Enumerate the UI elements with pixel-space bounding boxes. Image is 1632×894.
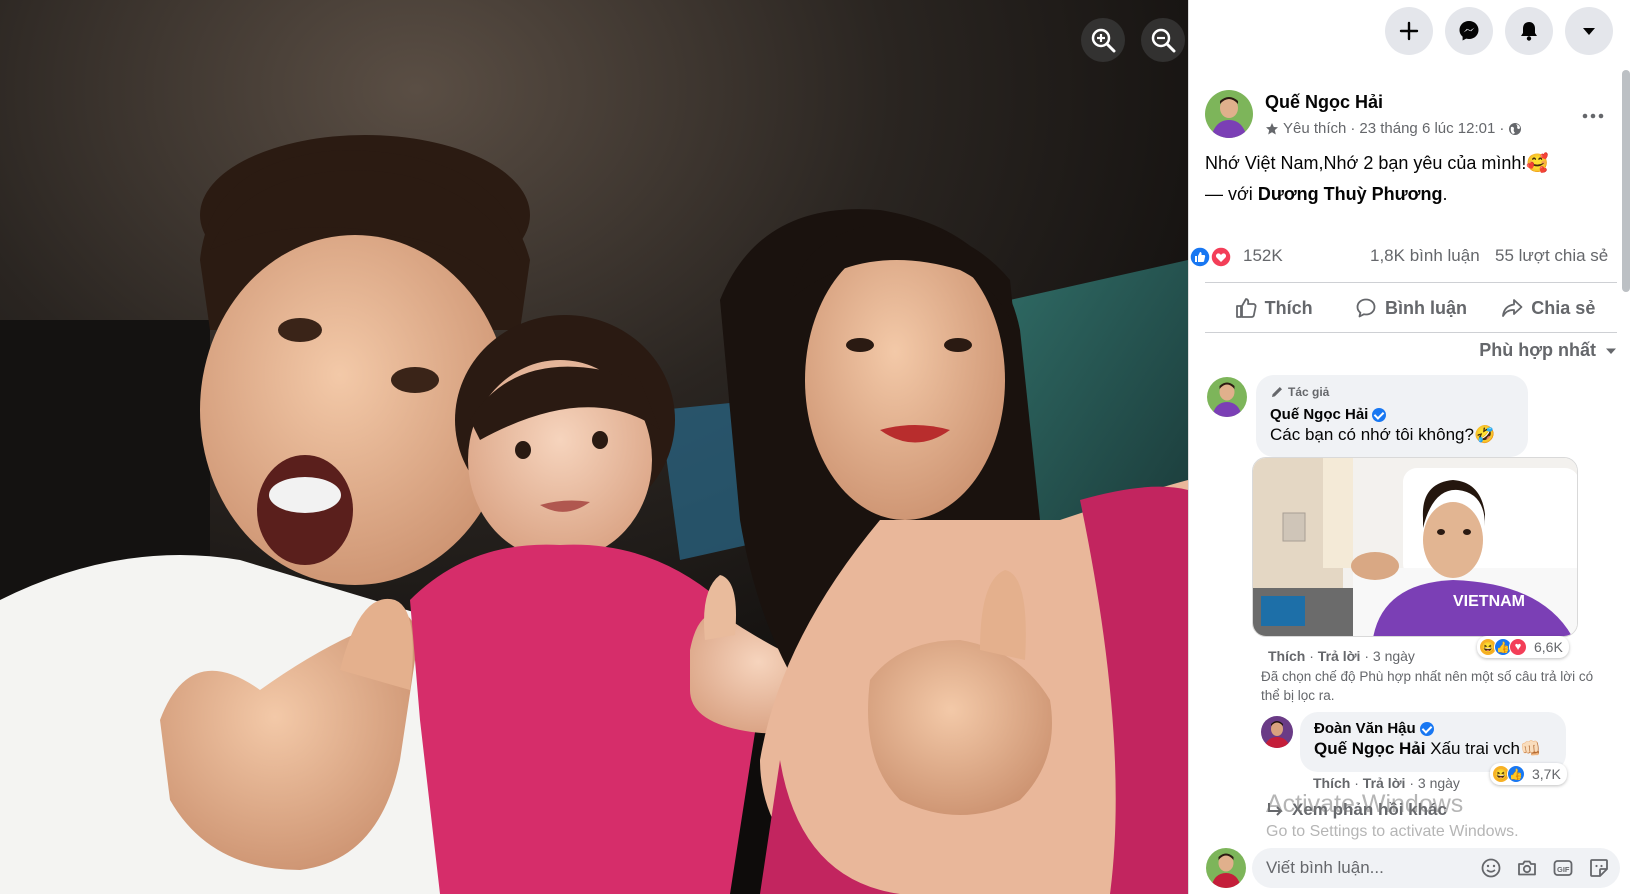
reply-author[interactable]: Đoàn Văn Hậu <box>1314 720 1552 737</box>
like-label: Thích <box>1264 297 1313 318</box>
share-icon <box>1502 299 1523 317</box>
reply-time[interactable]: 3 ngày <box>1418 775 1460 791</box>
reply-text: Quế Ngọc Hải Xấu trai vch👊🏻 <box>1314 739 1552 759</box>
post-date[interactable]: 23 tháng 6 lúc 12:01 <box>1359 120 1495 137</box>
reply-like-link[interactable]: Thích <box>1313 775 1350 791</box>
messenger-icon <box>1459 21 1479 41</box>
camera-icon[interactable] <box>1516 857 1538 879</box>
sort-label: Phù hợp nhất <box>1479 340 1596 360</box>
author-avatar[interactable] <box>1205 90 1253 138</box>
notifications-button[interactable] <box>1505 7 1553 55</box>
post-body: Nhớ Việt Nam,Nhớ 2 bạn yêu của mình!🥰 — … <box>1205 148 1625 210</box>
messenger-button[interactable] <box>1445 7 1493 55</box>
post-options-button[interactable] <box>1575 98 1611 134</box>
plus-icon <box>1399 21 1419 41</box>
bell-icon <box>1521 22 1537 41</box>
reaction-count[interactable]: 152K <box>1243 246 1283 266</box>
comment-sort-dropdown[interactable]: Phù hợp nhất <box>1479 340 1618 361</box>
divider <box>1205 282 1617 283</box>
more-horizontal-icon <box>1582 113 1604 119</box>
composer-tools: GIF <box>1480 857 1610 879</box>
post-action-bar: Thích Bình luận Chia sẻ <box>1205 286 1617 330</box>
share-label: Chia sẻ <box>1531 297 1596 318</box>
comment-time[interactable]: 3 ngày <box>1373 648 1415 664</box>
reply-mention-link[interactable]: Quế Ngọc Hải <box>1314 739 1425 758</box>
comment-count[interactable]: 1,8K bình luận <box>1370 246 1480 266</box>
post-photo <box>0 0 1188 894</box>
comment-reply-link[interactable]: Trả lời <box>1318 648 1361 664</box>
divider <box>1205 332 1617 333</box>
globe-icon <box>1509 122 1522 135</box>
comment-reaction-count: 6,6K <box>1534 639 1563 655</box>
reply-author-avatar[interactable] <box>1261 716 1293 748</box>
pencil-icon <box>1272 387 1282 397</box>
star-icon <box>1266 122 1278 134</box>
tagged-person-link[interactable]: Dương Thuỳ Phương <box>1258 184 1443 204</box>
zoom-out-button[interactable] <box>1141 18 1185 62</box>
like-icon: 👍 <box>1507 765 1525 783</box>
gif-icon[interactable]: GIF <box>1552 857 1574 879</box>
shirt-lettering-graphic: VIETNAM <box>1453 593 1525 610</box>
emoji-icon[interactable] <box>1480 857 1502 879</box>
verified-badge-icon <box>1372 407 1387 422</box>
meta-separator: · <box>1350 120 1356 137</box>
comment-actions: Thích · Trả lời · 3 ngày <box>1268 648 1415 664</box>
tagged-line: — với Dương Thuỳ Phương. <box>1205 179 1625 210</box>
comment-like-link[interactable]: Thích <box>1268 648 1305 664</box>
reply-reactions[interactable]: 😆 👍 3,7K <box>1490 763 1567 785</box>
comment-author[interactable]: Quế Ngọc Hải <box>1270 406 1514 423</box>
filter-notice: Đã chọn chế độ Phù hợp nhất nên một số c… <box>1261 669 1594 703</box>
caret-down-icon <box>1583 28 1595 35</box>
share-button[interactable]: Chia sẻ <box>1480 286 1617 330</box>
zoom-out-icon <box>1151 28 1176 53</box>
reply-body: Xấu trai vch👊🏻 <box>1430 739 1542 758</box>
verified-badge-icon <box>1419 721 1434 736</box>
reply-author-name[interactable]: Đoàn Văn Hậu <box>1314 720 1416 737</box>
view-more-replies-link[interactable]: Xem phản hồi khác <box>1266 800 1447 820</box>
comment-button[interactable]: Bình luận <box>1342 286 1479 330</box>
reply-reaction-count: 3,7K <box>1532 766 1561 782</box>
comment-text: Các bạn có nhớ tôi không?🤣 <box>1270 425 1496 444</box>
post-caption: Nhớ Việt Nam,Nhớ 2 bạn yêu của mình!🥰 <box>1205 153 1549 173</box>
current-user-avatar[interactable] <box>1206 848 1246 888</box>
meta-separator: · <box>1499 120 1505 137</box>
reply-arrow-icon <box>1268 803 1283 816</box>
reply-reply-link[interactable]: Trả lời <box>1363 775 1406 791</box>
like-button[interactable]: Thích <box>1205 286 1342 330</box>
author-badge-label: Tác giả <box>1288 385 1330 399</box>
post-header: Quế Ngọc Hải Yêu thích · 23 tháng 6 lúc … <box>1205 90 1605 142</box>
account-menu-button[interactable] <box>1565 7 1613 55</box>
thumbs-up-icon <box>1235 298 1257 318</box>
view-more-replies-label: Xem phản hồi khác <box>1292 800 1447 819</box>
svg-text:GIF: GIF <box>1557 865 1570 874</box>
comment-bubble: Tác giả Quế Ngọc Hải Các bạn có nhớ tôi … <box>1256 375 1528 457</box>
share-count[interactable]: 55 lượt chia sẻ <box>1495 246 1608 266</box>
author-badge: Tác giả <box>1270 385 1514 399</box>
post-meta: Yêu thích · 23 tháng 6 lúc 12:01 · <box>1265 120 1522 137</box>
sticker-icon[interactable] <box>1588 857 1610 879</box>
with-prefix: — với <box>1205 184 1253 204</box>
love-icon: ♥ <box>1509 638 1527 656</box>
reactions-summary: 152K 1,8K bình luận 55 lượt chia sẻ <box>1189 242 1632 272</box>
top-bar <box>1189 0 1632 64</box>
comment-author-name[interactable]: Quế Ngọc Hải <box>1270 406 1368 423</box>
favorite-label: Yêu thích <box>1283 120 1347 137</box>
commenter-avatar[interactable] <box>1207 377 1247 417</box>
reply-actions: Thích · Trả lời · 3 ngày <box>1313 775 1460 791</box>
comment-label: Bình luận <box>1384 297 1467 318</box>
comment-reactions[interactable]: 😆 👍 ♥ 6,6K <box>1477 636 1569 658</box>
caret-down-icon <box>1606 348 1616 354</box>
with-suffix: . <box>1442 184 1448 204</box>
comment-placeholder: Viết bình luận... <box>1266 858 1384 877</box>
photo-viewer <box>0 0 1188 894</box>
zoom-in-button[interactable] <box>1081 18 1125 62</box>
create-button[interactable] <box>1385 7 1433 55</box>
comment-icon <box>1356 298 1376 318</box>
like-love-reactions-icon[interactable] <box>1189 246 1235 268</box>
comment-photo[interactable]: VIETNAM <box>1252 457 1578 637</box>
comment-input[interactable]: Viết bình luận... GIF <box>1252 848 1620 888</box>
post-author-name[interactable]: Quế Ngọc Hải <box>1265 92 1383 113</box>
zoom-in-icon <box>1091 28 1116 53</box>
